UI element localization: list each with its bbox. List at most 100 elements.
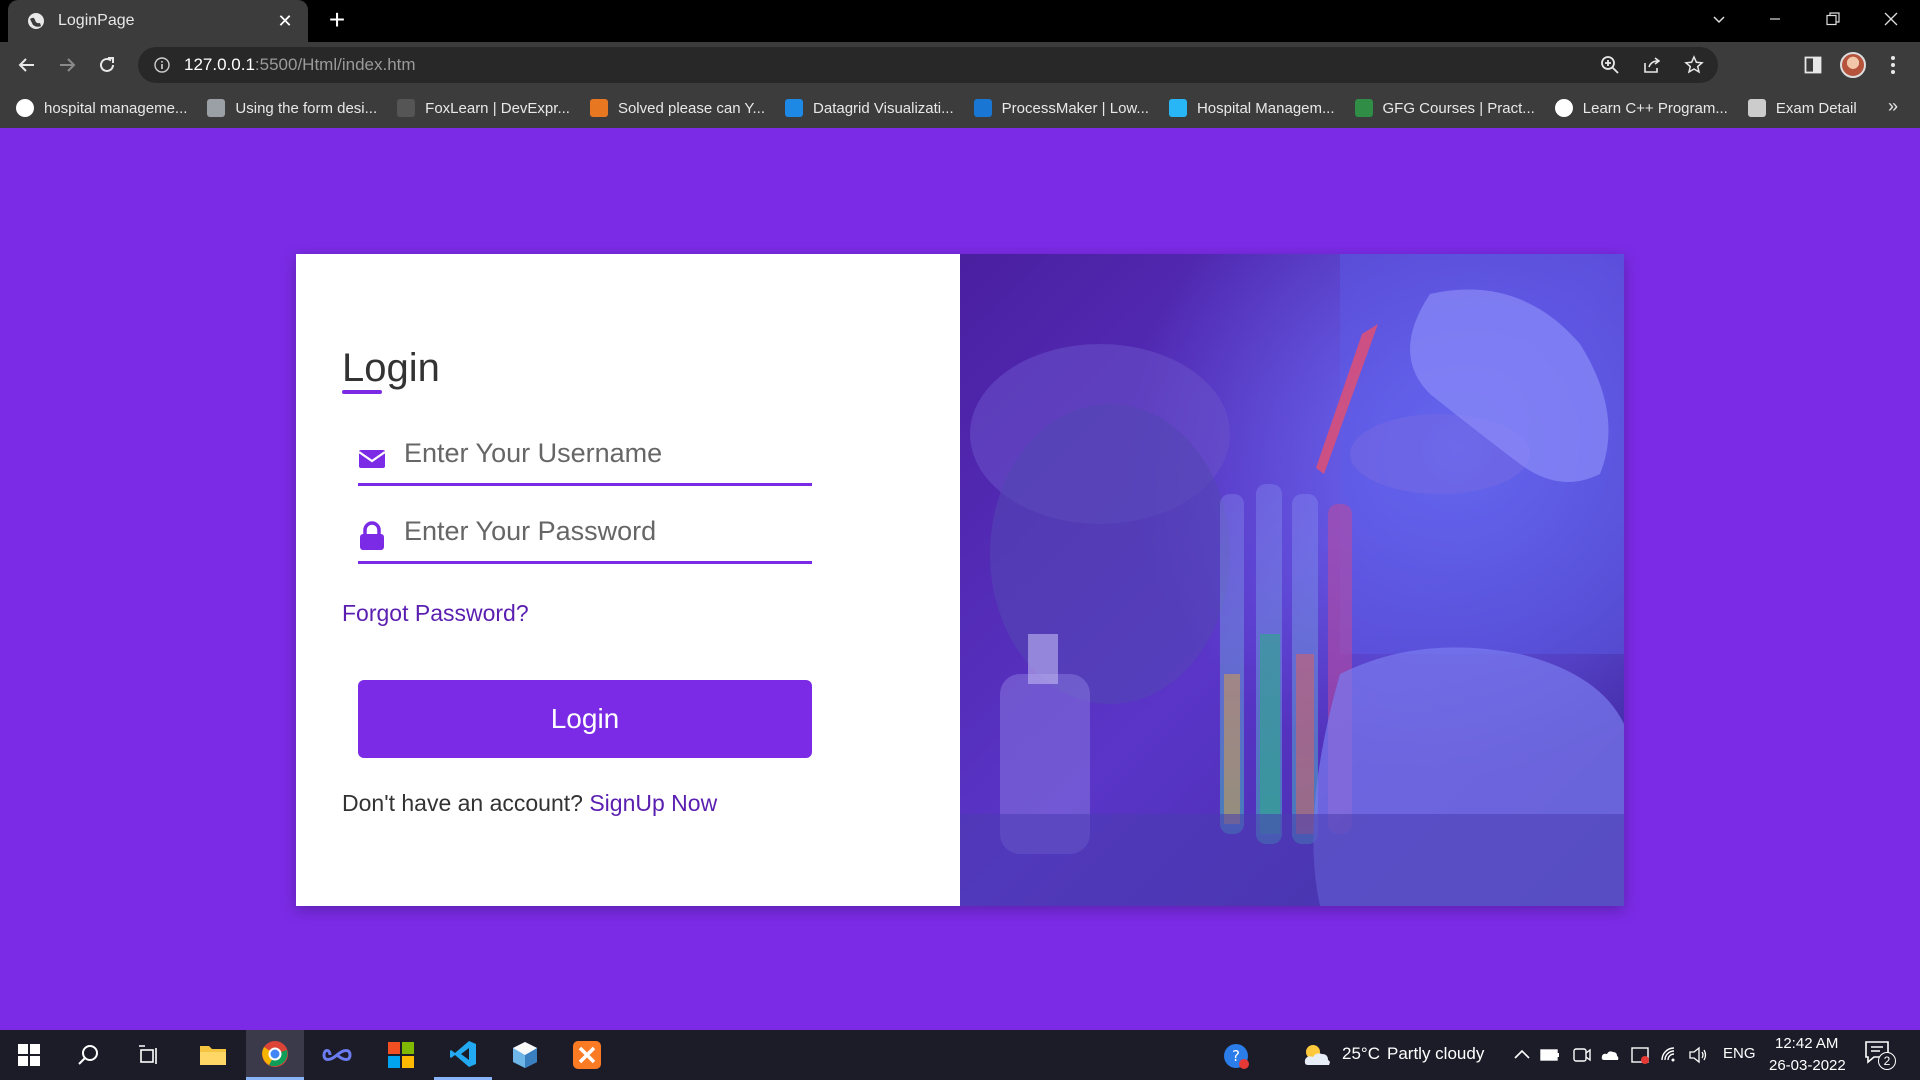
datagrid-icon xyxy=(785,99,804,117)
file-explorer-button[interactable] xyxy=(184,1030,242,1080)
tab-bar: LoginPage ✕ + xyxy=(0,0,1920,42)
cube-icon xyxy=(513,1042,537,1068)
xampp-button[interactable] xyxy=(558,1030,616,1080)
tab-close-button[interactable]: ✕ xyxy=(274,11,296,32)
bookmark-item[interactable]: Exam Detail xyxy=(1747,99,1857,117)
svg-text:?: ? xyxy=(1232,1047,1240,1065)
bookmark-label: FoxLearn | DevExpr... xyxy=(425,99,570,117)
minimize-icon xyxy=(1770,18,1780,20)
info-icon[interactable] xyxy=(154,57,170,73)
star-icon[interactable] xyxy=(1684,55,1704,75)
minimize-button[interactable] xyxy=(1746,0,1804,38)
battery-icon[interactable] xyxy=(1540,1045,1560,1065)
vscode-button[interactable] xyxy=(434,1030,492,1080)
volume-icon[interactable] xyxy=(1688,1045,1708,1065)
tab-search-button[interactable] xyxy=(1690,0,1748,38)
restore-button[interactable] xyxy=(1804,0,1862,38)
forgot-password-link[interactable]: Forgot Password? xyxy=(342,600,529,627)
reload-icon xyxy=(100,57,114,72)
xampp-icon xyxy=(573,1041,601,1069)
vscode-icon xyxy=(450,1040,476,1067)
security-icon[interactable] xyxy=(1630,1045,1650,1065)
chevron-up-icon[interactable] xyxy=(1512,1045,1532,1065)
bookmark-item[interactable]: GFG Courses | Pract... xyxy=(1354,99,1535,117)
bookmark-item[interactable]: Using the form desi... xyxy=(207,99,377,117)
login-card: Login Forgot Password? Login Don't have … xyxy=(296,254,1624,906)
meet-icon[interactable] xyxy=(1572,1045,1592,1065)
close-window-button[interactable] xyxy=(1862,0,1920,38)
onedrive-icon[interactable] xyxy=(1600,1045,1620,1065)
menu-button[interactable] xyxy=(1876,48,1910,82)
reload-button[interactable] xyxy=(90,48,124,82)
chrome-taskbar-button[interactable] xyxy=(246,1030,304,1080)
profile-button[interactable] xyxy=(1836,48,1870,82)
login-button[interactable]: Login xyxy=(358,680,812,758)
bookmark-label: Solved please can Y... xyxy=(617,99,766,117)
zoom-icon[interactable] xyxy=(1600,55,1620,75)
signup-link[interactable]: SignUp Now xyxy=(589,790,717,816)
help-icon[interactable]: ? xyxy=(1222,1042,1250,1070)
bookmark-item[interactable]: Hospital Managem... xyxy=(1168,99,1335,117)
bookmarks-overflow-button[interactable]: » xyxy=(1888,96,1898,117)
browser-tab[interactable]: LoginPage ✕ xyxy=(8,0,308,42)
chevron-down-icon xyxy=(1713,16,1725,24)
username-input[interactable] xyxy=(404,428,804,478)
bookmark-item[interactable]: ProcessMaker | Low... xyxy=(973,99,1149,117)
globe-icon xyxy=(1554,99,1573,117)
bookmark-item[interactable]: Learn C++ Program... xyxy=(1554,99,1728,117)
hospital-icon xyxy=(1168,99,1187,117)
arrow-right-icon xyxy=(60,58,76,72)
exam-icon xyxy=(1747,99,1766,117)
username-field xyxy=(358,428,812,486)
browser-toolbar: 127.0.0.1:5500/Html/index.htm xyxy=(0,42,1920,88)
clock-time[interactable]: 12:42 AM xyxy=(1775,1035,1838,1052)
infinity-app-button[interactable] xyxy=(308,1030,366,1080)
infinity-icon xyxy=(322,1049,352,1061)
url-host: 127.0.0.1 xyxy=(184,55,255,74)
arrow-left-icon xyxy=(18,58,34,72)
lab-photo-illustration xyxy=(960,254,1624,906)
avatar xyxy=(1840,52,1866,78)
back-button[interactable] xyxy=(10,48,44,82)
microsoft-store-button[interactable] xyxy=(372,1030,430,1080)
password-field xyxy=(358,506,812,564)
more-vert-icon xyxy=(1891,56,1895,74)
weather-desc[interactable]: Partly cloudy xyxy=(1387,1044,1484,1064)
bookmark-item[interactable]: Solved please can Y... xyxy=(589,99,766,117)
bookmark-label: Exam Detail xyxy=(1775,99,1857,117)
envelope-icon xyxy=(358,450,386,468)
bookmark-label: hospital manageme... xyxy=(44,99,188,117)
chegg-icon xyxy=(589,99,608,117)
side-panel-button[interactable] xyxy=(1796,48,1830,82)
task-view-icon xyxy=(139,1045,157,1064)
wifi-icon[interactable] xyxy=(1660,1045,1680,1065)
notifications-button[interactable]: 2 xyxy=(1864,1040,1896,1070)
bookmark-label: ProcessMaker | Low... xyxy=(1001,99,1149,117)
bookmark-label: Learn C++ Program... xyxy=(1582,99,1728,117)
address-bar-actions xyxy=(1600,55,1704,75)
weather-temp[interactable]: 25°C xyxy=(1342,1044,1380,1064)
address-bar[interactable]: 127.0.0.1:5500/Html/index.htm xyxy=(138,47,1718,83)
bookmark-item[interactable]: hospital manageme... xyxy=(16,99,187,117)
start-button[interactable] xyxy=(0,1030,58,1080)
signup-prompt: Don't have an account? xyxy=(342,790,583,816)
folder-icon xyxy=(200,1046,226,1065)
bookmarks-bar: hospital manageme... Using the form desi.… xyxy=(0,88,1920,128)
page-title: Login xyxy=(342,346,440,390)
bookmark-item[interactable]: FoxLearn | DevExpr... xyxy=(397,99,570,117)
password-input[interactable] xyxy=(404,506,804,556)
language-indicator[interactable]: ENG xyxy=(1723,1045,1756,1062)
bookmark-item[interactable]: Datagrid Visualizati... xyxy=(785,99,954,117)
netbeans-button[interactable] xyxy=(496,1030,554,1080)
store-icon xyxy=(388,1042,414,1068)
search-button[interactable] xyxy=(60,1030,118,1080)
task-view-button[interactable] xyxy=(120,1030,178,1080)
share-icon[interactable] xyxy=(1642,55,1662,75)
lock-icon xyxy=(360,521,384,550)
forward-button[interactable] xyxy=(50,48,84,82)
google-icon xyxy=(16,99,34,117)
lab-image xyxy=(960,254,1624,906)
gfg-icon xyxy=(1354,99,1373,117)
clock-date[interactable]: 26-03-2022 xyxy=(1769,1057,1846,1074)
new-tab-button[interactable]: + xyxy=(322,6,352,36)
